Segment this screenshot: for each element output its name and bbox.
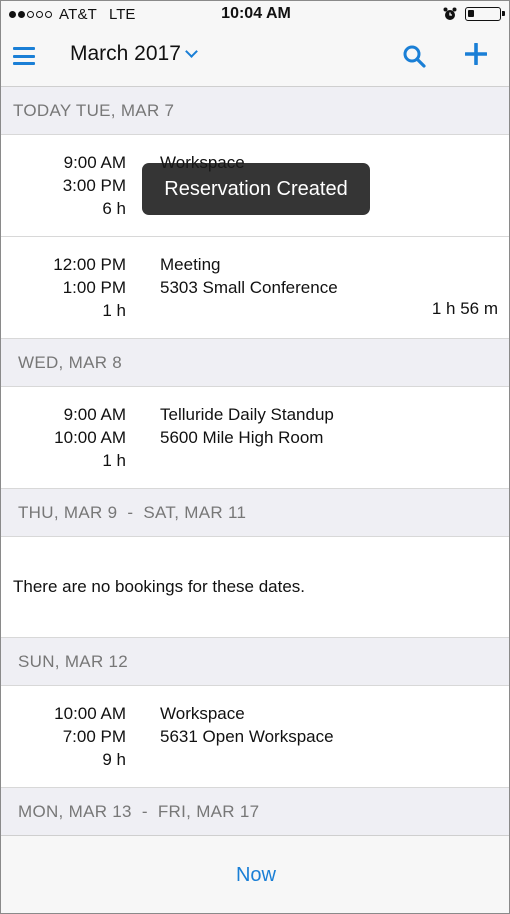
booking-start: 9:00 AM: [63, 405, 126, 424]
booking-end: 1:00 PM: [62, 278, 126, 297]
booking-details: Meeting 5303 Small Conference: [160, 253, 338, 299]
booking-title: Meeting: [160, 255, 221, 274]
booking-end: 3:00 PM: [62, 176, 126, 195]
booking-end: 7:00 PM: [62, 727, 126, 746]
nav-bar: March 2017: [1, 29, 509, 87]
booking-duration: 1 h: [102, 301, 126, 320]
toast-message: Reservation Created: [142, 163, 370, 215]
month-selector[interactable]: March 2017: [70, 42, 198, 66]
booking-details: Telluride Daily Standup 5600 Mile High R…: [160, 403, 334, 449]
status-time: 10:04 AM: [221, 5, 291, 22]
empty-bookings-message: There are no bookings for these dates.: [1, 537, 509, 638]
booking-duration: 6 h: [102, 199, 126, 218]
booking-location: 5631 Open Workspace: [160, 727, 334, 746]
battery-icon: [465, 7, 505, 21]
search-icon[interactable]: [402, 44, 426, 68]
booking-details: Workspace 5631 Open Workspace: [160, 702, 334, 748]
plus-icon[interactable]: [465, 43, 487, 65]
battery-level: [468, 10, 474, 17]
now-button[interactable]: Now: [236, 864, 276, 887]
booking-times: 12:00 PM 1:00 PM 1 h: [53, 253, 126, 322]
hamburger-menu-icon[interactable]: [13, 47, 35, 65]
booking-title: Telluride Daily Standup: [160, 405, 334, 424]
month-title: March 2017: [70, 42, 181, 65]
booking-row[interactable]: 12:00 PM 1:00 PM 1 h Meeting 5303 Small …: [1, 237, 509, 339]
booking-start: 9:00 AM: [63, 153, 126, 172]
booking-end: 10:00 AM: [54, 428, 126, 447]
alarm-clock-icon: [443, 7, 457, 20]
status-right: [443, 7, 505, 21]
booking-duration: 9 h: [102, 750, 126, 769]
booking-times: 10:00 AM 7:00 PM 9 h: [54, 702, 126, 771]
section-header: THU, MAR 9 - SAT, MAR 11: [1, 489, 509, 537]
booking-location: 5600 Mile High Room: [160, 428, 324, 447]
booking-times: 9:00 AM 10:00 AM 1 h: [54, 403, 126, 472]
section-header: WED, MAR 8: [1, 339, 509, 387]
chevron-down-icon: [185, 45, 198, 58]
app-frame: AT&T LTE 10:04 AM March 2017 TODAY TUE, …: [0, 0, 510, 914]
booking-location: 5303 Small Conference: [160, 278, 338, 297]
bottom-toolbar: Now: [1, 835, 509, 913]
booking-start: 12:00 PM: [53, 255, 126, 274]
booking-row[interactable]: 10:00 AM 7:00 PM 9 h Workspace 5631 Open…: [1, 686, 509, 788]
booking-times: 9:00 AM 3:00 PM 6 h: [63, 151, 126, 220]
booking-title: Workspace: [160, 704, 245, 723]
section-header: SUN, MAR 12: [1, 638, 509, 686]
booking-start: 10:00 AM: [54, 704, 126, 723]
booking-row[interactable]: 9:00 AM 10:00 AM 1 h Telluride Daily Sta…: [1, 387, 509, 489]
section-header: TODAY TUE, MAR 7: [1, 87, 509, 135]
status-bar: AT&T LTE 10:04 AM: [1, 1, 509, 29]
booking-duration: 1 h: [102, 451, 126, 470]
booking-time-remaining: 1 h 56 m: [431, 299, 498, 318]
section-header: MON, MAR 13 - FRI, MAR 17: [1, 788, 509, 836]
